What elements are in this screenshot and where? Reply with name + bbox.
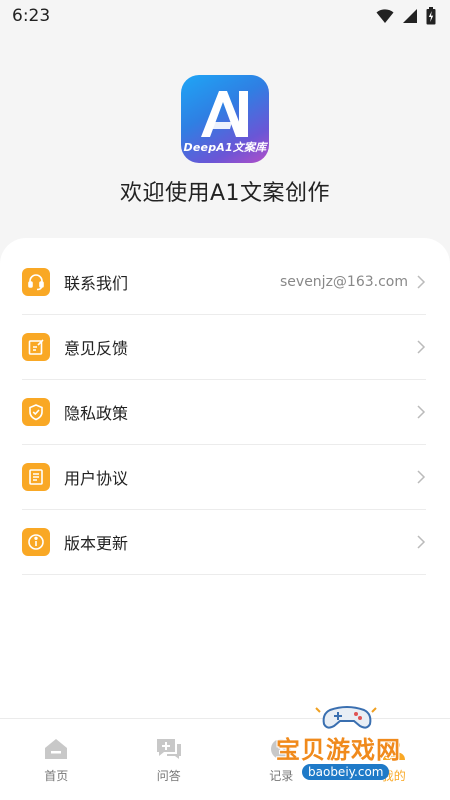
tab-records[interactable]: 记录 (225, 719, 338, 800)
tab-label: 我的 (381, 769, 406, 783)
headset-icon (22, 268, 50, 296)
chevron-right-icon (417, 535, 426, 549)
menu-label: 隐私政策 (64, 404, 129, 423)
tab-profile[interactable]: 我的 (338, 719, 450, 800)
menu-item-contact[interactable]: 联系我们 sevenjz@163.com (22, 250, 426, 315)
bottom-tab-bar: 首页 问答 记录 我的 (0, 718, 450, 800)
welcome-text: 欢迎使用A1文案创作 (119, 181, 331, 206)
profile-icon (382, 739, 405, 760)
menu-item-feedback[interactable]: 意见反馈 (22, 315, 426, 380)
record-icon (271, 739, 292, 759)
home-icon (45, 739, 68, 759)
status-icons (376, 7, 436, 25)
contact-email: sevenjz@163.com (280, 274, 408, 290)
menu-label: 用户协议 (64, 469, 129, 488)
menu-label: 意见反馈 (64, 339, 129, 358)
tab-qa[interactable]: 问答 (113, 719, 226, 800)
edit-note-icon (22, 333, 50, 361)
shield-check-icon (22, 398, 50, 426)
info-icon (22, 528, 50, 556)
profile-header: DeepA1文案库 欢迎使用A1文案创作 (0, 60, 450, 240)
chevron-right-icon (417, 340, 426, 354)
logo-text: DeepA1文案库 (183, 141, 267, 154)
tab-label: 记录 (269, 769, 294, 783)
chevron-right-icon (417, 405, 426, 419)
menu-item-update[interactable]: 版本更新 (22, 510, 426, 575)
wifi-icon (376, 9, 394, 23)
chat-icon (156, 739, 181, 759)
tab-label: 问答 (156, 769, 181, 783)
chevron-right-icon (417, 275, 426, 289)
app-logo: DeepA1文案库 (181, 75, 269, 163)
chevron-right-icon (417, 470, 426, 484)
tab-home[interactable]: 首页 (0, 719, 113, 800)
document-icon (22, 463, 50, 491)
status-time: 6:23 (12, 6, 51, 26)
menu-item-privacy[interactable]: 隐私政策 (22, 380, 426, 445)
battery-icon (426, 7, 436, 25)
signal-icon (403, 9, 417, 23)
menu-label: 联系我们 (64, 274, 129, 293)
settings-menu: 联系我们 sevenjz@163.com 意见反馈 隐私政策 用户协议 版本更新 (0, 238, 450, 720)
menu-item-agreement[interactable]: 用户协议 (22, 445, 426, 510)
status-bar: 6:23 (0, 0, 450, 32)
menu-label: 版本更新 (64, 534, 129, 553)
tab-label: 首页 (44, 769, 69, 783)
